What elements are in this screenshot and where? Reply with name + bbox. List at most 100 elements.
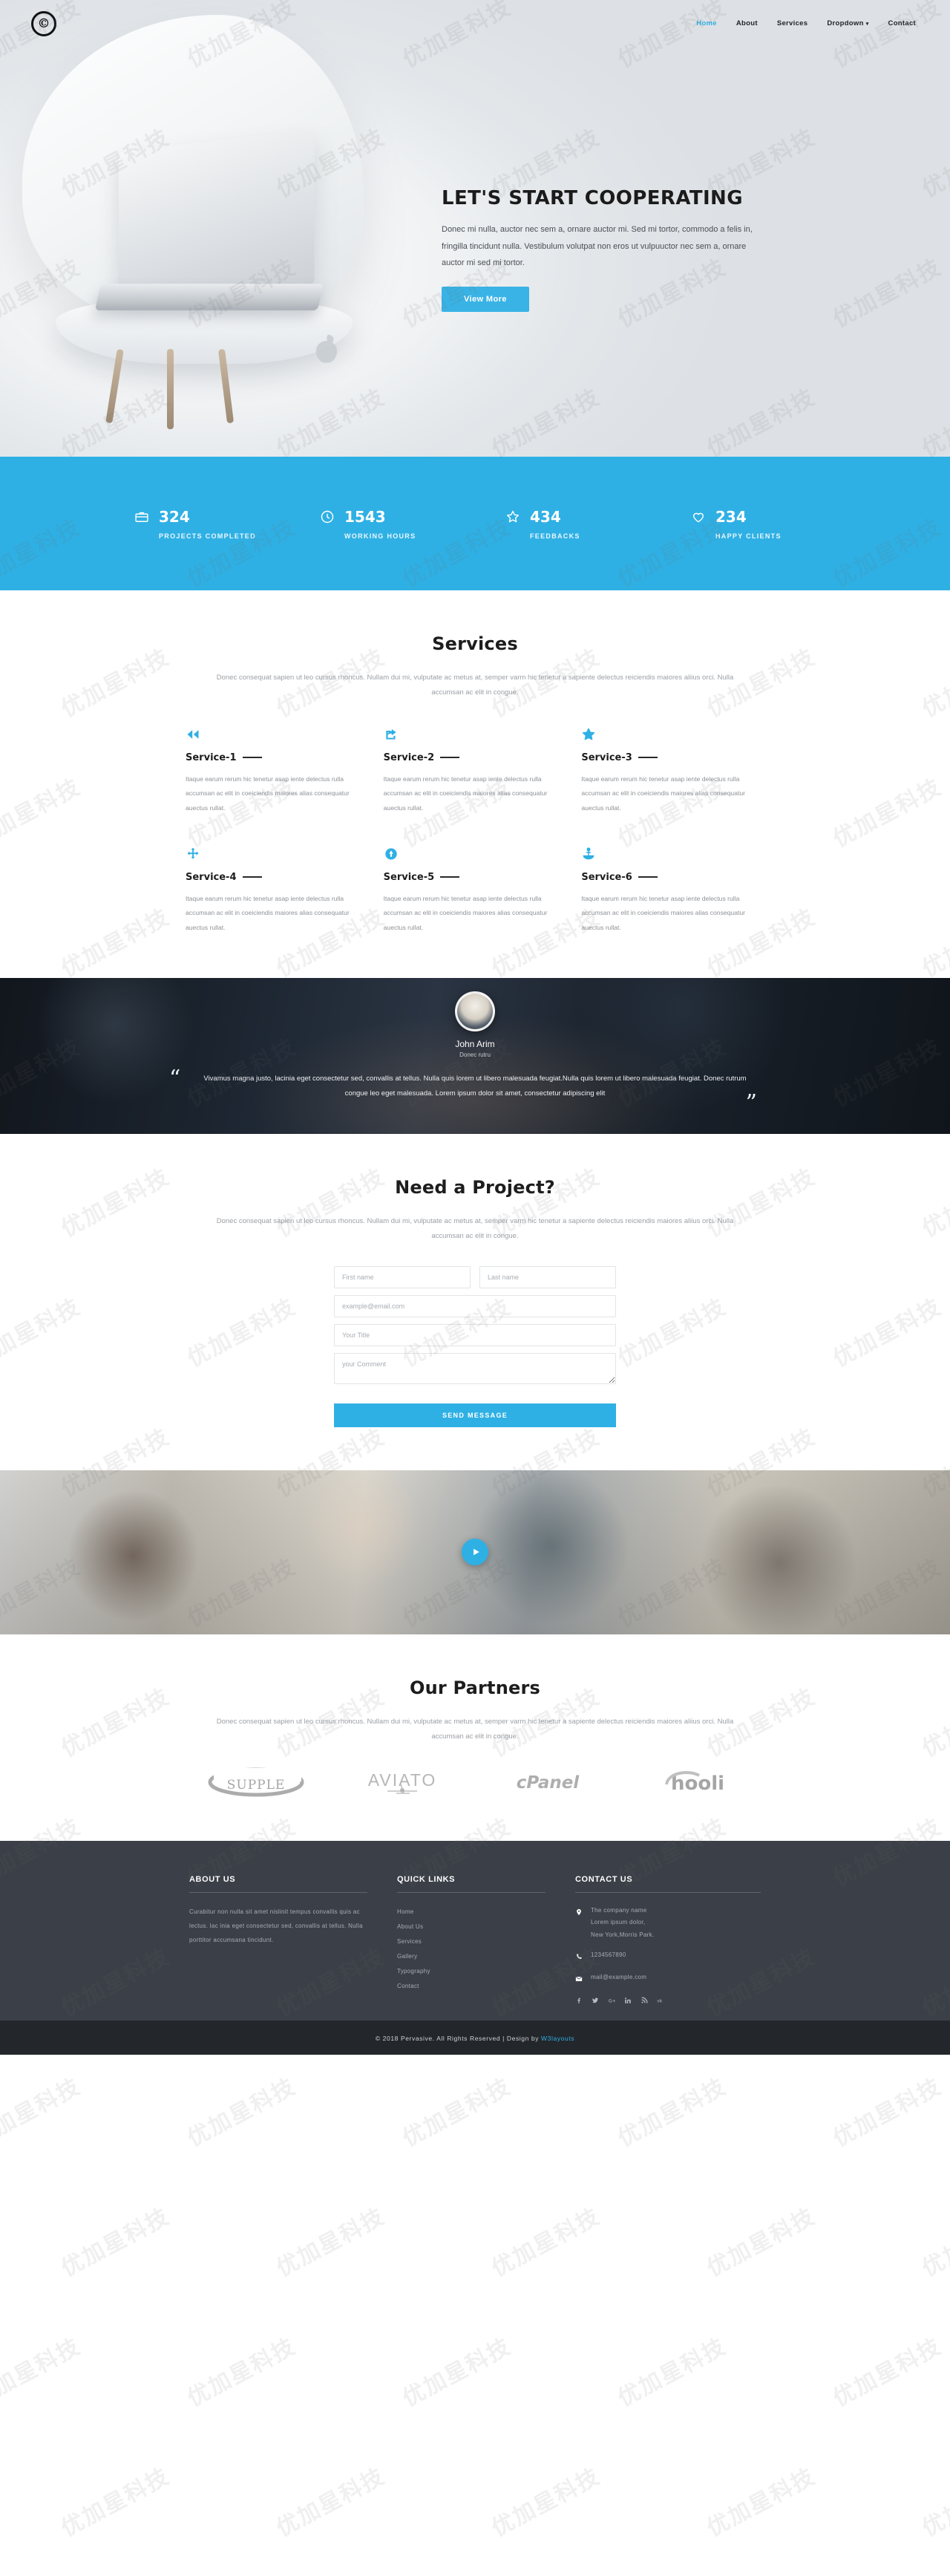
nav-item-services[interactable]: Services bbox=[777, 19, 808, 27]
footer-social-links: G+ vk bbox=[575, 1997, 761, 2006]
footer-columns: ABOUT US Curabitur non nulla sit amet ni… bbox=[189, 1875, 761, 2006]
chevron-down-icon: ▾ bbox=[865, 22, 869, 27]
email-input[interactable] bbox=[334, 1294, 616, 1317]
svg-text:G+: G+ bbox=[609, 1998, 615, 2003]
laptop-base-graphic bbox=[94, 284, 324, 310]
watermark-text: 优加星科技 bbox=[702, 2463, 820, 2543]
watermark-text: 优加星科技 bbox=[613, 2333, 731, 2413]
chair-leg-graphic bbox=[105, 348, 124, 424]
title-dash bbox=[242, 757, 262, 759]
title-input[interactable] bbox=[334, 1323, 616, 1346]
service-heading: Service-1 bbox=[186, 752, 369, 763]
title-dash bbox=[638, 876, 658, 878]
watermark-text: 优加星科技 bbox=[917, 2463, 950, 2543]
nav-item-dropdown[interactable]: Dropdown ▾ bbox=[827, 19, 868, 27]
nav-item-contact[interactable]: Contact bbox=[888, 19, 916, 27]
first-name-input[interactable] bbox=[334, 1265, 471, 1288]
watermark-text: 优加星科技 bbox=[183, 2333, 301, 2413]
designer-link[interactable]: W3layouts bbox=[541, 2035, 574, 2042]
footer-phone[interactable]: 1234567890 bbox=[575, 1949, 761, 1964]
service-heading: Service-4 bbox=[186, 872, 369, 883]
title-dash bbox=[638, 757, 658, 759]
last-name-input[interactable] bbox=[479, 1265, 616, 1288]
avatar bbox=[455, 991, 495, 1031]
vk-icon[interactable]: vk bbox=[657, 1997, 664, 2006]
service-card-4: Service-4 Itaque earum rerum hic tenetur… bbox=[186, 847, 369, 935]
footer-link-gallery[interactable]: Gallery bbox=[397, 1949, 546, 1964]
clock-icon bbox=[319, 509, 335, 525]
service-text: Itaque earum rerum hic tenetur asap ient… bbox=[383, 775, 548, 812]
service-title: Service-3 bbox=[581, 751, 632, 763]
contact-title: Need a Project? bbox=[395, 1176, 555, 1198]
partner-logo-aviato: AVIATO bbox=[354, 1767, 451, 1798]
stat-number: 234 bbox=[715, 507, 747, 526]
service-card-2: Service-2 Itaque earum rerum hic tenetur… bbox=[384, 727, 567, 815]
stat-number: 434 bbox=[530, 507, 561, 526]
watermark-text: 优加星科技 bbox=[398, 2333, 516, 2413]
view-more-button[interactable]: View More bbox=[442, 286, 529, 312]
partners-title: Our Partners bbox=[409, 1677, 540, 1698]
star-outline-icon bbox=[581, 727, 764, 745]
rss-icon[interactable] bbox=[641, 1997, 648, 2006]
divider bbox=[397, 1891, 546, 1893]
anchor-icon bbox=[581, 847, 764, 864]
site-logo[interactable]: © bbox=[31, 10, 56, 36]
send-message-button[interactable]: SEND MESSAGE bbox=[334, 1403, 616, 1427]
facebook-icon[interactable] bbox=[575, 1997, 583, 2006]
watermark-text: 优加星科技 bbox=[828, 2073, 946, 2153]
stats-bar: 324 PROJECTS COMPLETED 1543 WORKING HOUR… bbox=[0, 457, 950, 590]
services-grid: Service-1 Itaque earum rerum hic tenetur… bbox=[186, 727, 764, 935]
watermark-text: 优加星科技 bbox=[272, 2203, 390, 2283]
stat-label: WORKING HOURS bbox=[344, 532, 416, 540]
twitter-icon[interactable] bbox=[592, 1997, 599, 2006]
service-title: Service-2 bbox=[383, 751, 435, 763]
footer-link-home[interactable]: Home bbox=[397, 1905, 546, 1920]
service-text: Itaque earum rerum hic tenetur asap ient… bbox=[186, 894, 350, 931]
fast-backward-icon bbox=[186, 727, 369, 745]
watermark-text: 优加星科技 bbox=[0, 2333, 85, 2413]
arrow-circle-down-icon bbox=[384, 847, 567, 864]
watermark-text: 优加星科技 bbox=[917, 2203, 950, 2283]
stat-feedbacks: 434 FEEDBACKS bbox=[475, 508, 661, 540]
footer-link-typography[interactable]: Typography bbox=[397, 1964, 546, 1979]
footer-link-services[interactable]: Services bbox=[397, 1934, 546, 1949]
partners-subtitle: Donec consequat sapien ut leo cursus rho… bbox=[216, 1717, 734, 1741]
watermark-text: 优加星科技 bbox=[487, 2203, 605, 2283]
contact-form: SEND MESSAGE bbox=[334, 1265, 616, 1427]
partner-logo-hooli: hooli bbox=[646, 1767, 742, 1798]
testimonial-quote-wrap: “ Vivamus magna justo, lacinia eget cons… bbox=[169, 1067, 757, 1114]
testimonial-author-role: Donec rutru bbox=[459, 1051, 491, 1058]
footer-about-column: ABOUT US Curabitur non nulla sit amet ni… bbox=[189, 1875, 367, 2006]
footer-about-heading: ABOUT US bbox=[189, 1874, 236, 1884]
nav-item-about[interactable]: About bbox=[736, 19, 758, 27]
watermark-text: 优加星科技 bbox=[56, 2203, 174, 2283]
stat-label: FEEDBACKS bbox=[530, 532, 580, 540]
address-line-3: New York,Morris Park. bbox=[591, 1931, 655, 1939]
comment-textarea[interactable] bbox=[334, 1352, 616, 1384]
partner-logo-cpanel: cPanel bbox=[499, 1767, 596, 1798]
service-heading: Service-2 bbox=[384, 752, 567, 763]
nav-dropdown-label: Dropdown bbox=[827, 19, 864, 27]
service-text: Itaque earum rerum hic tenetur asap ient… bbox=[383, 894, 548, 931]
copyright-label: © 2018 Pervasive. All Rights Reserved | … bbox=[375, 2034, 542, 2042]
stat-number: 324 bbox=[159, 507, 190, 526]
footer-link-contact[interactable]: Contact bbox=[397, 1979, 546, 1994]
watermark-text: 优加星科技 bbox=[613, 2073, 731, 2153]
footer-link-about-us[interactable]: About Us bbox=[397, 1920, 546, 1934]
services-subtitle: Donec consequat sapien ut leo cursus rho… bbox=[216, 674, 734, 697]
nav-item-home[interactable]: Home bbox=[696, 19, 717, 27]
testimonial-content: John Arim Donec rutru “ Vivamus magna ju… bbox=[169, 978, 757, 1114]
title-dash bbox=[440, 757, 460, 759]
testimonial-quote: Vivamus magna justo, lacinia eget consec… bbox=[203, 1074, 747, 1098]
google-plus-icon[interactable]: G+ bbox=[608, 1997, 616, 2006]
heart-icon bbox=[690, 509, 707, 525]
copyright-bar: © 2018 Pervasive. All Rights Reserved | … bbox=[0, 2020, 950, 2055]
footer-email[interactable]: mail@example.com bbox=[575, 1972, 761, 1986]
service-text: Itaque earum rerum hic tenetur asap ient… bbox=[581, 894, 746, 931]
hero-content: LET'S START COOPERATING Donec mi nulla, … bbox=[442, 187, 753, 312]
footer-address: The company name Lorem ipsum dolor, New … bbox=[575, 1905, 761, 1942]
footer-email-text: mail@example.com bbox=[591, 1973, 647, 1980]
linkedin-icon[interactable] bbox=[624, 1997, 632, 2006]
stat-working-hours: 1543 WORKING HOURS bbox=[289, 508, 475, 540]
play-button-icon[interactable] bbox=[462, 1539, 488, 1566]
